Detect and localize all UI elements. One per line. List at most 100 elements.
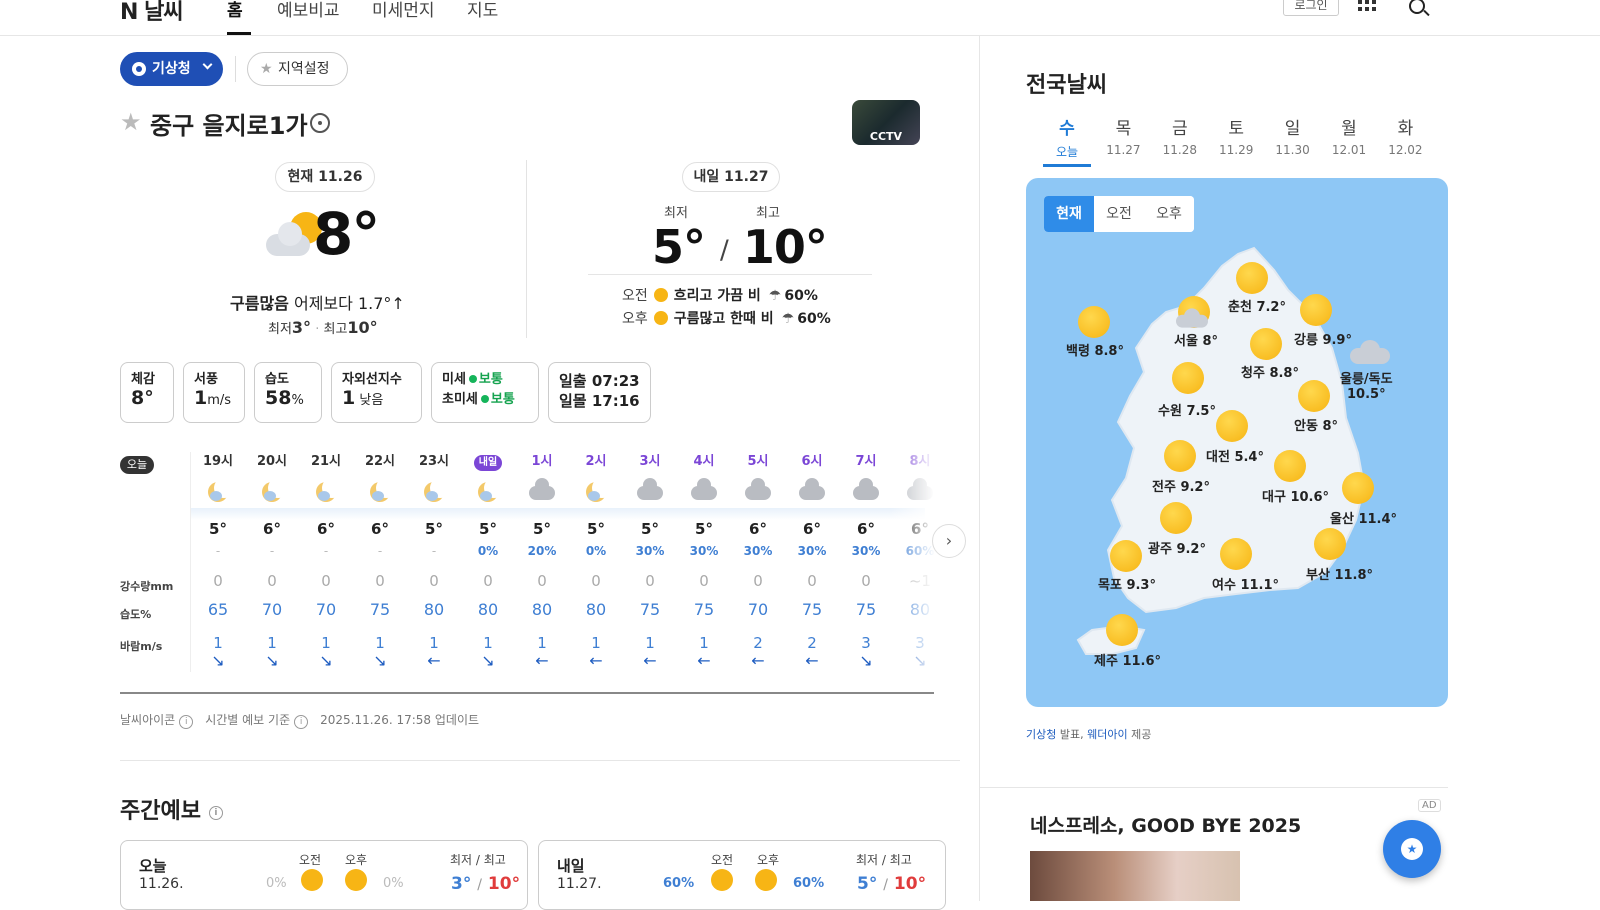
weekly-card-today[interactable]: 오늘 11.26. 오전 오후 0% 0% 최저 / 최고 3° / 10° [120,840,528,910]
uv-index-box[interactable]: 자외선지수 1 낮음 [331,362,422,423]
city-label[interactable]: 대전 5.4° [1206,446,1264,465]
city-label[interactable]: 여수 11.1° [1212,574,1279,593]
region-setting-button[interactable]: ★ 지역설정 [247,52,348,86]
day-tab[interactable]: 수 오늘 [1042,114,1092,160]
feels-like-box[interactable]: 체감 8° [120,362,174,423]
hour-rainfall: 0 [429,572,439,590]
weather-source-dropdown[interactable]: 기상청 [120,52,223,86]
ad-title[interactable]: 네스프레소, GOOD BYE 2025 [1030,811,1301,838]
nav-tab-home[interactable]: 홈 [227,0,243,21]
wind-row-label: 바람m/s [120,640,163,653]
nav-tab-fine-dust[interactable]: 미세먼지 [372,0,435,21]
city-label[interactable]: 대구 10.6° [1262,486,1329,505]
cloudy-icon [1350,340,1390,364]
info-icon[interactable]: i [294,715,309,729]
favorite-star-icon[interactable]: ★ [120,108,142,136]
city-label[interactable]: 강릉 9.9° [1294,329,1352,348]
city-temp: 11.6° [1122,654,1162,669]
tomorrow-am-row: 오전 흐리고 가끔 비 ☂ 60% [622,285,818,305]
city-label[interactable]: 수원 7.5° [1158,400,1216,419]
day-tab[interactable]: 목 11.27 [1098,114,1148,157]
sun-icon [345,869,367,891]
city-label[interactable]: 서울 8° [1174,330,1218,349]
day-tab[interactable]: 월 12.01 [1324,114,1374,157]
city-label[interactable]: 전주 9.2° [1152,476,1210,495]
info-icon[interactable]: i [179,715,194,729]
hour-temp: 6° [857,520,875,538]
hourly-basis-label[interactable]: 시간별 예보 기준 [205,713,290,727]
weekly-min: 3° [451,874,472,894]
hour-column: 21시 6° - 0 70 1 ↘ [299,452,353,670]
login-button[interactable]: 로그인 [1283,0,1339,16]
hourly-forecast[interactable]: 오늘 강수량mm 습도% 바람m/s 19시 5° -0 65 1 ↘ 20시 6° -0 70 1… [120,452,966,698]
city-name: 수원 [1158,404,1182,419]
hour-time: 2시 [585,454,607,469]
national-weather-map[interactable]: 현재 오전 오후 춘천 7.2° 백령 8.8° 강릉 9.9° 서울 8° 청주 8.… [1026,178,1448,707]
hour-precip-prob: - [431,544,437,558]
day-tab[interactable]: 토 11.29 [1211,114,1261,157]
weather-icon-info-label[interactable]: 날씨아이콘 [120,713,175,727]
city-label[interactable]: 청주 8.8° [1241,362,1299,381]
sun-icon [1172,362,1204,394]
hour-precip-prob: 30% [743,544,773,558]
hour-column: 6시 6° 30% 0 75 2 ← [785,452,839,670]
weekly-card-tomorrow[interactable]: 내일 11.27. 오전 오후 60% 60% 최저 / 최고 5° / 10° [538,840,946,910]
city-label[interactable]: 광주 9.2° [1148,538,1206,557]
source-kma-link[interactable]: 기상청 [1026,728,1056,741]
nav-tab-forecast-compare[interactable]: 예보비교 [277,0,340,21]
weekly-forecast-title: 주간예보 i [120,793,235,825]
nav-tab-map[interactable]: 지도 [467,0,498,21]
city-label[interactable]: 부산 11.8° [1306,564,1373,583]
weekly-max: 10° [487,874,521,894]
partly-rain-icon [755,869,777,891]
hour-temp: 5° [533,520,551,538]
city-name: 부산 [1306,568,1330,583]
day-tab[interactable]: 화 12.02 [1380,114,1430,157]
city-temp: 9.2° [1176,542,1206,557]
info-icon[interactable]: i [208,806,223,820]
hour-humidity: 70 [747,600,769,619]
max-label: 최고 [323,322,348,337]
day-tab[interactable]: 일 11.30 [1268,114,1318,157]
city-label[interactable]: 울릉/독도 10.5° [1340,368,1393,402]
humidity-unit: % [291,393,304,408]
wind-direction-icon: ← [535,651,549,670]
humidity-box[interactable]: 습도 58% [254,362,322,423]
sunrise-time: 일출 07:23 [559,372,640,390]
hour-humidity: 70 [261,600,283,619]
wind-value: 1 [194,387,208,409]
wind-box[interactable]: 서풍 1m/s [183,362,245,423]
cctv-thumbnail[interactable]: CCTV [852,100,920,145]
city-label[interactable]: 울산 11.4° [1330,508,1397,527]
tomorrow-max-label: 최고 [756,206,780,221]
apps-grid-icon[interactable] [1358,0,1376,14]
hour-column: 20시 6° - 0 70 1 ↘ [245,452,299,670]
hour-rainfall: 0 [753,572,763,590]
city-label[interactable]: 춘천 7.2° [1228,296,1286,315]
source-weatheri-link[interactable]: 웨더아이 [1087,728,1127,741]
sun-times-box[interactable]: 일출 07:23 일몰 17:16 [548,362,651,423]
weekly-day: 내일 [557,857,585,875]
ad-image[interactable] [1030,851,1240,901]
moon-icon [262,478,288,502]
search-icon[interactable] [1409,0,1425,14]
current-location-icon[interactable] [310,113,330,133]
city-label[interactable]: 제주 11.6° [1094,650,1161,669]
sun-icon [1220,538,1252,570]
hour-time: 3시 [639,454,661,469]
hour-humidity: 65 [207,600,229,619]
source-a-suffix: 발표, [1056,728,1088,741]
naver-weather-logo[interactable]: N 날씨 [120,0,184,26]
tomorrow-date-pill: 내일 11.27 [682,162,780,192]
hourly-next-button[interactable]: › [932,524,966,558]
city-label[interactable]: 목포 9.3° [1098,574,1156,593]
city-label[interactable]: 안동 8° [1294,415,1338,434]
wind-direction-icon: ↘ [319,651,333,670]
hour-time: 1시 [531,454,553,469]
city-label[interactable]: 백령 8.8° [1066,340,1124,359]
day-tab[interactable]: 금 11.28 [1155,114,1205,157]
chatbot-floating-button[interactable]: ★ [1383,820,1441,878]
fine-dust-box[interactable]: 미세 보통 초미세 보통 [431,362,539,423]
hour-precip-prob: 30% [797,544,827,558]
wind-direction-icon: ← [697,651,711,670]
